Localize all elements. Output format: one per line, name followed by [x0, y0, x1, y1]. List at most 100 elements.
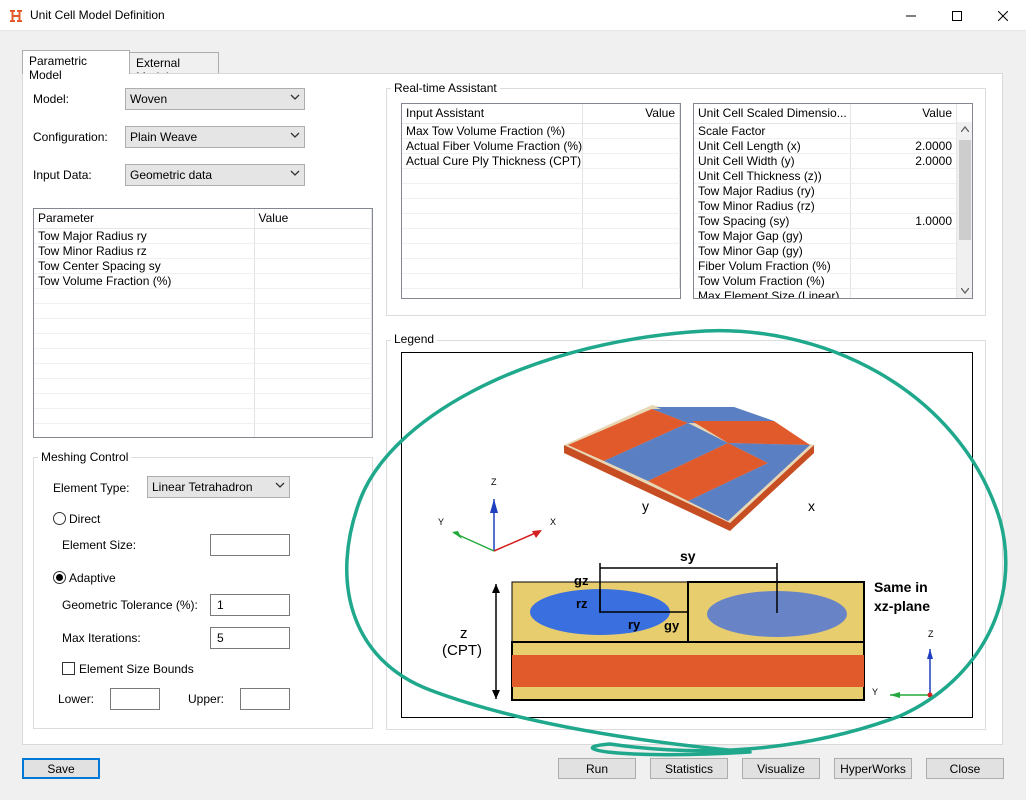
parameter-name: Tow Minor Radius rz: [34, 243, 255, 259]
save-button[interactable]: Save: [22, 758, 100, 779]
assistant-name: Max Tow Volume Fraction (%): [402, 123, 583, 139]
visualize-button[interactable]: Visualize: [742, 758, 820, 779]
tab-external-model[interactable]: External Model: [129, 52, 219, 84]
table-row: [402, 168, 680, 184]
column-header-parameter[interactable]: Parameter: [34, 209, 255, 229]
column-header-input-assistant[interactable]: Input Assistant: [402, 104, 583, 124]
scaled-value: [850, 273, 957, 289]
table-row: [34, 318, 372, 334]
table-row[interactable]: Unit Cell Width (y) 2.0000: [694, 153, 957, 169]
table-row[interactable]: Actual Cure Ply Thickness (CPT): [402, 153, 680, 169]
chevron-down-icon: [275, 482, 285, 488]
minimize-icon: [906, 15, 916, 16]
scaled-name: Tow Major Gap (gy): [694, 228, 851, 244]
geometric-tolerance-field[interactable]: 1: [210, 594, 290, 616]
configuration-select[interactable]: Plain Weave: [125, 126, 305, 148]
table-row[interactable]: Tow Spacing (sy) 1.0000: [694, 213, 957, 229]
axis-y-label: y: [642, 498, 649, 514]
upper-label: Upper:: [188, 692, 225, 706]
table-row[interactable]: Fiber Volum Fraction (%): [694, 258, 957, 274]
triad-small-y-label: Y: [872, 687, 878, 697]
app-icon: [8, 8, 24, 24]
table-row[interactable]: Max Tow Volume Fraction (%): [402, 123, 680, 139]
table-row[interactable]: Tow Major Radius ry: [34, 228, 372, 244]
table-row[interactable]: Unit Cell Length (x) 2.0000: [694, 138, 957, 154]
direct-radio[interactable]: [53, 512, 66, 525]
table-row: [402, 228, 680, 244]
element-size-bounds-checkbox[interactable]: [62, 662, 75, 675]
adaptive-radio[interactable]: [53, 571, 66, 584]
parameter-value[interactable]: [254, 273, 372, 289]
element-type-select[interactable]: Linear Tetrahadron: [147, 476, 290, 498]
element-size-field[interactable]: [210, 534, 290, 556]
tab-parametric-model[interactable]: Parametric Model: [22, 50, 130, 82]
table-row[interactable]: Tow Major Radius (ry): [694, 183, 957, 199]
ry-label: ry: [628, 617, 641, 632]
parameter-value[interactable]: [254, 243, 372, 259]
parameter-name: Tow Volume Fraction (%): [34, 273, 255, 289]
column-header-value[interactable]: Value: [582, 104, 680, 124]
table-row[interactable]: Tow Minor Radius rz: [34, 243, 372, 259]
legend-image: y x Z Y X sy gz rz ry gy z (CPT) Same in…: [401, 352, 973, 718]
sy-label: sy: [680, 548, 696, 564]
hyperworks-button[interactable]: HyperWorks: [834, 758, 912, 779]
parameter-table[interactable]: Parameter Value Tow Major Radius ry Tow …: [33, 208, 373, 438]
model-select[interactable]: Woven: [125, 88, 305, 110]
column-header-value[interactable]: Value: [850, 104, 957, 124]
vertical-scrollbar[interactable]: [956, 122, 972, 298]
close-icon: [998, 10, 1008, 21]
chevron-up-icon[interactable]: [961, 126, 969, 132]
table-row[interactable]: Max Element Size (Linear): [694, 288, 957, 298]
table-row[interactable]: Tow Volume Fraction (%): [34, 273, 372, 289]
assistant-value: [582, 123, 680, 139]
statistics-button[interactable]: Statistics: [650, 758, 728, 779]
table-row[interactable]: Tow Volum Fraction (%): [694, 273, 957, 289]
element-size-bounds-label[interactable]: Element Size Bounds: [79, 662, 194, 676]
table-row[interactable]: Scale Factor: [694, 123, 957, 139]
max-iterations-field[interactable]: 5: [210, 627, 290, 649]
rz-label: rz: [576, 596, 588, 611]
direct-label[interactable]: Direct: [69, 512, 100, 526]
scaled-value: [850, 243, 957, 259]
lower-field[interactable]: [110, 688, 160, 710]
minimize-button[interactable]: [888, 0, 934, 31]
scaled-value: [850, 123, 957, 139]
parameter-name: Tow Center Spacing sy: [34, 258, 255, 274]
upper-field[interactable]: [240, 688, 290, 710]
table-row[interactable]: Unit Cell Thickness (z)): [694, 168, 957, 184]
scaled-value: 2.0000: [850, 153, 957, 169]
input-assistant-table[interactable]: Input Assistant Value Max Tow Volume Fra…: [401, 103, 681, 299]
table-row[interactable]: Tow Minor Radius (rz): [694, 198, 957, 214]
maximize-button[interactable]: [934, 0, 980, 31]
table-row[interactable]: Tow Center Spacing sy: [34, 258, 372, 274]
run-button[interactable]: Run: [558, 758, 636, 779]
adaptive-label[interactable]: Adaptive: [69, 571, 116, 585]
chevron-down-icon: [290, 132, 300, 138]
column-header-value[interactable]: Value: [254, 209, 372, 229]
scaled-name: Tow Spacing (sy): [694, 213, 851, 229]
scaled-name: Scale Factor: [694, 123, 851, 139]
table-row: [402, 258, 680, 274]
gy-label: gy: [664, 618, 680, 633]
parameter-value[interactable]: [254, 228, 372, 244]
triad-x-label: X: [550, 517, 556, 527]
scaled-name: Tow Minor Radius (rz): [694, 198, 851, 214]
input-data-label: Input Data:: [33, 168, 92, 182]
column-header-scaled-dimensions[interactable]: Unit Cell Scaled Dimensio...: [694, 104, 851, 124]
scrollbar-thumb[interactable]: [959, 140, 971, 240]
table-row[interactable]: Actual Fiber Volume Fraction (%): [402, 138, 680, 154]
table-row: [402, 183, 680, 199]
close-button[interactable]: Close: [926, 758, 1004, 779]
scaled-dimensions-table[interactable]: Unit Cell Scaled Dimensio... Value Scale…: [693, 103, 973, 299]
chevron-down-icon[interactable]: [961, 288, 969, 294]
table-row[interactable]: Tow Major Gap (gy): [694, 228, 957, 244]
axis-x-label: x: [808, 498, 815, 514]
close-window-button[interactable]: [980, 0, 1026, 31]
scaled-name: Unit Cell Length (x): [694, 138, 851, 154]
parameter-value[interactable]: [254, 258, 372, 274]
input-data-select[interactable]: Geometric data: [125, 164, 305, 186]
table-row[interactable]: Tow Minor Gap (gy): [694, 243, 957, 259]
table-row: [402, 243, 680, 259]
window-title: Unit Cell Model Definition: [30, 8, 165, 22]
scaled-name: Tow Major Radius (ry): [694, 183, 851, 199]
